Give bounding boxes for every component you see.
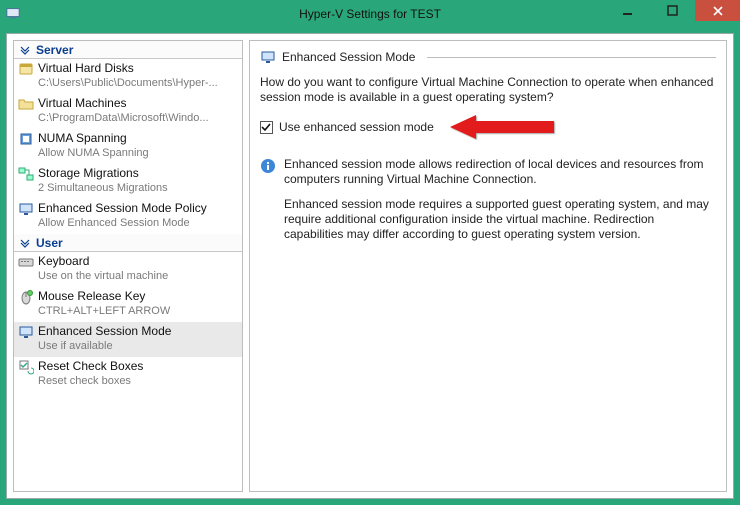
nav-item-title: Enhanced Session Mode (38, 324, 238, 338)
hyperv-settings-window: Hyper-V Settings for TEST Server Virtual… (0, 0, 740, 505)
info-para-1: Enhanced session mode allows redirection… (284, 157, 716, 187)
nav-item-sub: Reset check boxes (38, 374, 238, 388)
nav-group-server[interactable]: Server (14, 41, 242, 59)
nav-item-virtual-machines[interactable]: Virtual Machines C:\ProgramData\Microsof… (14, 94, 242, 129)
monitor-icon (18, 324, 34, 340)
checkbox-label: Use enhanced session mode (279, 120, 434, 134)
use-enhanced-session-checkbox[interactable] (260, 121, 273, 134)
info-block: Enhanced session mode allows redirection… (260, 157, 716, 252)
nav-group-label: User (36, 236, 63, 250)
minimize-button[interactable] (605, 0, 650, 21)
migration-icon (18, 166, 34, 182)
nav-item-numa-spanning[interactable]: NUMA Spanning Allow NUMA Spanning (14, 129, 242, 164)
nav-item-title: Virtual Machines (38, 96, 238, 110)
mouse-icon (18, 289, 34, 305)
app-icon (6, 6, 20, 20)
nav-item-title: NUMA Spanning (38, 131, 238, 145)
settings-nav: Server Virtual Hard Disks C:\Users\Publi… (13, 40, 243, 492)
annotation-arrow (446, 113, 556, 141)
nav-item-mouse-release-key[interactable]: Mouse Release Key CTRL+ALT+LEFT ARROW (14, 287, 242, 322)
nav-item-sub: Use if available (38, 339, 238, 353)
chip-icon (18, 131, 34, 147)
reset-icon (18, 359, 34, 375)
info-para-2: Enhanced session mode requires a support… (284, 197, 716, 242)
nav-item-title: Keyboard (38, 254, 238, 268)
nav-item-title: Mouse Release Key (38, 289, 238, 303)
disk-icon (18, 61, 34, 77)
client-area: Server Virtual Hard Disks C:\Users\Publi… (6, 33, 734, 499)
nav-item-title: Enhanced Session Mode Policy (38, 201, 238, 215)
maximize-button[interactable] (650, 0, 695, 21)
nav-item-virtual-hard-disks[interactable]: Virtual Hard Disks C:\Users\Public\Docum… (14, 59, 242, 94)
titlebar: Hyper-V Settings for TEST (0, 0, 740, 27)
divider (427, 57, 716, 58)
nav-item-sub: Use on the virtual machine (38, 269, 238, 283)
check-icon (261, 122, 272, 133)
folder-icon (18, 96, 34, 112)
monitor-icon (260, 49, 276, 65)
nav-item-storage-migrations[interactable]: Storage Migrations 2 Simultaneous Migrat… (14, 164, 242, 199)
detail-header: Enhanced Session Mode (260, 49, 716, 65)
window-buttons (605, 0, 740, 21)
detail-pane: Enhanced Session Mode How do you want to… (249, 40, 727, 492)
collapse-icon (20, 238, 30, 248)
nav-item-sub: Allow NUMA Spanning (38, 146, 238, 160)
monitor-icon (18, 201, 34, 217)
nav-item-sub: 2 Simultaneous Migrations (38, 181, 238, 195)
collapse-icon (20, 45, 30, 55)
nav-item-sub: C:\Users\Public\Documents\Hyper-... (38, 76, 238, 90)
nav-group-user[interactable]: User (14, 234, 242, 252)
detail-title: Enhanced Session Mode (282, 50, 415, 64)
nav-item-title: Virtual Hard Disks (38, 61, 238, 75)
nav-item-keyboard[interactable]: Keyboard Use on the virtual machine (14, 252, 242, 287)
window-title: Hyper-V Settings for TEST (299, 7, 441, 21)
nav-item-enhanced-session-policy[interactable]: Enhanced Session Mode Policy Allow Enhan… (14, 199, 242, 234)
nav-item-sub: CTRL+ALT+LEFT ARROW (38, 304, 238, 318)
nav-item-reset-check-boxes[interactable]: Reset Check Boxes Reset check boxes (14, 357, 242, 392)
nav-item-enhanced-session-mode[interactable]: Enhanced Session Mode Use if available (14, 322, 242, 357)
checkbox-row: Use enhanced session mode (260, 113, 716, 141)
info-icon (260, 158, 276, 174)
nav-item-sub: Allow Enhanced Session Mode (38, 216, 238, 230)
close-button[interactable] (695, 0, 740, 21)
nav-group-label: Server (36, 43, 73, 57)
detail-question: How do you want to configure Virtual Mac… (260, 75, 716, 105)
keyboard-icon (18, 254, 34, 270)
nav-item-title: Storage Migrations (38, 166, 238, 180)
nav-item-sub: C:\ProgramData\Microsoft\Windo... (38, 111, 238, 125)
info-text: Enhanced session mode allows redirection… (284, 157, 716, 252)
nav-item-title: Reset Check Boxes (38, 359, 238, 373)
